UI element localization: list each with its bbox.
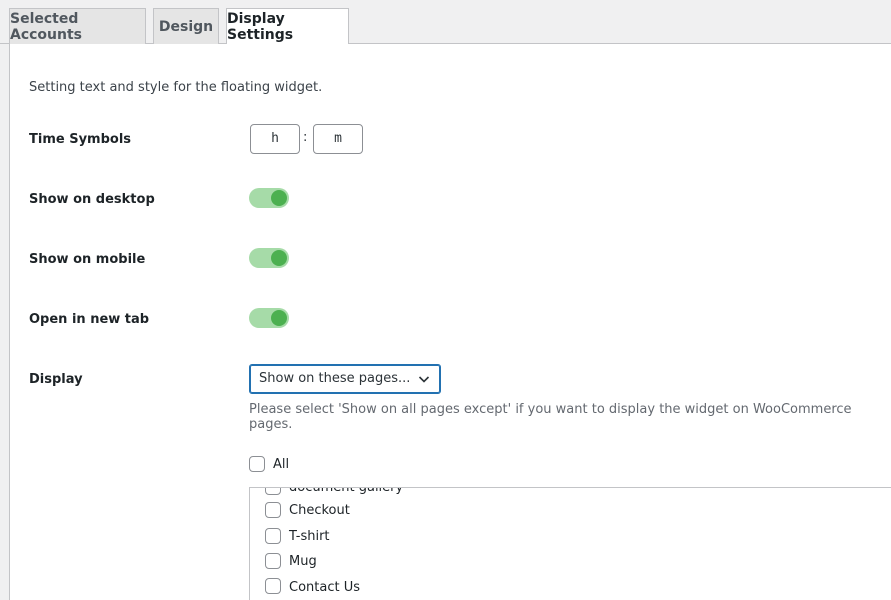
all-pages-checkbox[interactable] [249,456,265,472]
display-select[interactable]: Show on these pages... [249,364,441,394]
tab-design[interactable]: Design [153,8,219,44]
hours-symbol-input[interactable]: h [250,124,300,154]
page-label: document gallery [289,487,404,495]
minutes-symbol-input[interactable]: m [313,124,363,154]
page-label: Checkout [289,503,350,518]
panel-description: Setting text and style for the floating … [29,80,323,95]
chevron-down-icon [418,376,430,383]
toggle-knob [271,250,287,266]
display-hint: Please select 'Show on all pages except'… [249,402,852,432]
all-pages-label: All [273,457,290,472]
show-mobile-toggle[interactable] [249,248,289,268]
show-desktop-toggle[interactable] [249,188,289,208]
page-checkbox[interactable] [265,553,281,569]
toggle-knob [271,190,287,206]
page-checkbox[interactable] [265,502,281,518]
page-label: T-shirt [289,529,330,544]
toggle-knob [271,310,287,326]
page-checkbox[interactable] [265,528,281,544]
open-new-tab-toggle[interactable] [249,308,289,328]
page-checkbox[interactable] [265,578,281,594]
show-mobile-label: Show on mobile [29,252,146,267]
page-label: Mug [289,554,317,569]
display-select-value: Show on these pages... [259,371,411,386]
tab-display-settings[interactable]: Display Settings [226,8,349,45]
tab-selected-accounts[interactable]: Selected Accounts [9,8,146,44]
display-label: Display [29,372,83,387]
pages-list[interactable]: document gallery Checkout T-shirt Mug Co… [249,487,891,600]
open-new-tab-label: Open in new tab [29,312,150,327]
page-checkbox[interactable] [265,488,281,495]
show-desktop-label: Show on desktop [29,192,155,207]
tab-bar: Selected Accounts Design Display Setting… [0,0,891,45]
time-symbols-label: Time Symbols [29,132,132,147]
page-label: Contact Us [289,580,360,595]
time-separator: : [303,130,308,145]
